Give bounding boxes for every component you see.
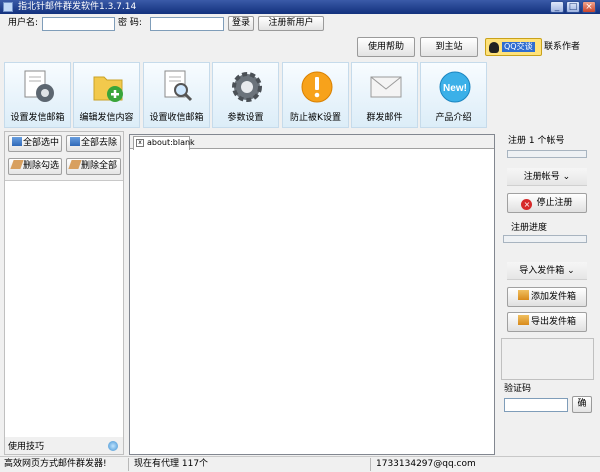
tool-label: 参数设置 — [227, 113, 264, 123]
stop-register-button[interactable]: × 停止注册 — [507, 193, 587, 213]
gear-icon — [232, 72, 262, 102]
tool-label: 群发邮件 — [366, 113, 403, 123]
export-outbox-button[interactable]: 导出发件箱 — [507, 312, 587, 332]
tips-label: 使用技巧 — [8, 442, 45, 452]
contact-author-label: 联系作者 — [544, 42, 581, 52]
captcha-confirm-button[interactable]: 确 — [572, 396, 592, 413]
register-count-label: 注册 1 个帐号 — [508, 136, 565, 146]
status-slogan: 高效网页方式邮件群发器! — [4, 459, 107, 469]
tool-label: 设置收信邮箱 — [149, 113, 204, 123]
minimize-button[interactable]: _ — [550, 1, 564, 13]
tool-receive-mailbox[interactable]: 设置收信邮箱 — [143, 62, 210, 128]
captcha-image-area — [501, 338, 594, 380]
captcha-label: 验证码 — [504, 384, 532, 394]
import-section-header[interactable]: 导入发件箱 ⌄ — [507, 262, 587, 280]
tool-edit-content[interactable]: 编辑发信内容 — [73, 62, 140, 128]
left-panel: 全部选中 全部去除 删除勾选 删除全部 使用技巧 — [4, 131, 124, 455]
delete-all-button[interactable]: 删除全部 — [66, 158, 121, 175]
status-proxy-count: 现在有代理 117个 — [134, 459, 209, 469]
password-input[interactable] — [150, 17, 224, 31]
eraser-icon — [10, 160, 24, 169]
captcha-input[interactable] — [504, 398, 568, 412]
register-count-bar — [507, 150, 587, 158]
maximize-button[interactable]: □ — [566, 1, 580, 13]
select-all-icon — [12, 137, 22, 146]
add-outbox-icon — [517, 290, 529, 300]
tips-icon[interactable] — [108, 441, 118, 451]
status-bar: 高效网页方式邮件群发器! 现在有代理 117个 1733134297@qq.co… — [0, 456, 600, 472]
status-separator — [128, 458, 129, 471]
register-new-user-button[interactable]: 注册新用户 — [258, 16, 324, 31]
tab-label: about:blank — [147, 138, 195, 147]
web-view[interactable] — [130, 150, 494, 454]
select-all-button[interactable]: 全部选中 — [8, 135, 62, 152]
status-contact-email: 1733134297@qq.com — [376, 459, 476, 469]
tool-send-mailbox[interactable]: 设置发信邮箱 — [4, 62, 71, 128]
export-outbox-icon — [517, 315, 529, 325]
warning-icon — [301, 71, 333, 103]
main-site-button[interactable]: 到主站 — [420, 37, 478, 57]
deselect-all-button[interactable]: 全部去除 — [66, 135, 121, 152]
new-badge-icon: New! — [439, 71, 471, 103]
delete-checked-button[interactable]: 删除勾选 — [8, 158, 62, 175]
browser-panel: x about:blank — [129, 134, 495, 455]
close-button[interactable]: × — [582, 1, 596, 13]
tool-send-mail[interactable]: 群发邮件 — [351, 62, 418, 128]
svg-text:New!: New! — [443, 83, 467, 94]
tab-close-icon[interactable]: x — [136, 139, 144, 147]
envelope-icon — [370, 76, 402, 98]
tool-label: 防止被K设置 — [290, 113, 341, 123]
app-icon — [3, 2, 13, 12]
chevron-down-icon: ⌄ — [567, 266, 575, 276]
tool-parameters[interactable]: 参数设置 — [212, 62, 279, 128]
password-label: 密 码: — [118, 18, 142, 28]
qq-penguin-icon — [489, 42, 499, 53]
account-section-header[interactable]: 注册帐号 ⌄ — [507, 168, 587, 186]
tool-product-intro[interactable]: New! 产品介绍 — [420, 62, 487, 128]
tool-label: 产品介绍 — [435, 113, 472, 123]
stop-icon: × — [521, 199, 533, 210]
register-progress-label: 注册进度 — [511, 223, 548, 233]
document-search-icon — [164, 70, 193, 102]
login-button[interactable]: 登录 — [228, 16, 254, 31]
title-bar: 指北针邮件群发软件1.3.7.14 _ □ × — [0, 0, 600, 14]
add-outbox-button[interactable]: 添加发件箱 — [507, 287, 587, 307]
gear-document-icon — [24, 70, 54, 102]
tool-label: 编辑发信内容 — [79, 113, 134, 123]
qq-chat-button[interactable]: QQ交谈 — [485, 38, 542, 56]
status-separator — [370, 458, 371, 471]
chevron-down-icon: ⌄ — [562, 172, 571, 182]
username-label: 用户名: — [8, 18, 39, 28]
login-row: 用户名: 密 码: 登录 注册新用户 — [0, 14, 600, 34]
tool-anti-block[interactable]: 防止被K设置 — [282, 62, 349, 128]
tab-about-blank[interactable]: x about:blank — [133, 136, 195, 150]
mailbox-list[interactable] — [5, 180, 123, 437]
folder-add-icon — [93, 76, 123, 102]
deselect-all-icon — [70, 137, 80, 146]
qq-badge-label: QQ交谈 — [502, 42, 535, 52]
register-progress-bar — [503, 235, 587, 243]
tool-label: 设置发信邮箱 — [10, 113, 65, 123]
eraser-icon — [68, 160, 82, 169]
window-title: 指北针邮件群发软件1.3.7.14 — [18, 2, 137, 12]
username-input[interactable] — [42, 17, 115, 31]
help-button[interactable]: 使用帮助 — [357, 37, 415, 57]
